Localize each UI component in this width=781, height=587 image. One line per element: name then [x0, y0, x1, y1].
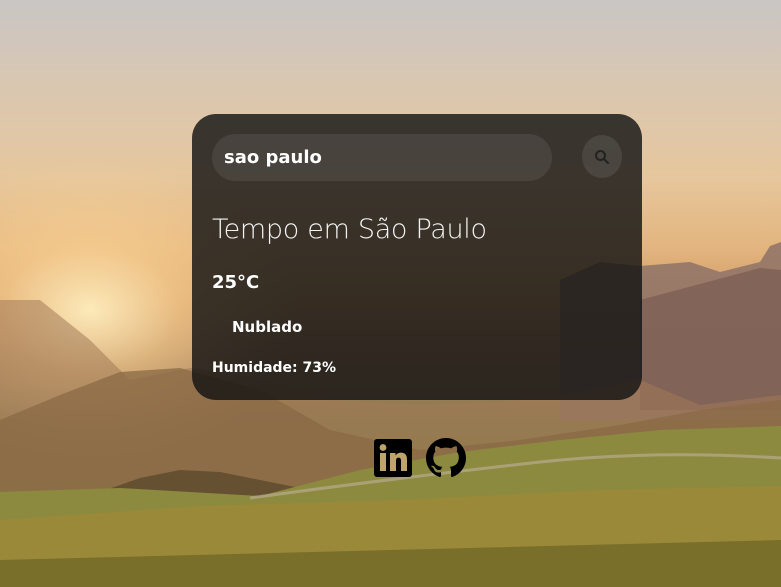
search-icon: [595, 149, 609, 164]
condition-label: Nublado: [232, 318, 303, 336]
weather-card: Tempo em São Paulo 25°C Nublado Humidade…: [192, 114, 642, 400]
search-input[interactable]: [212, 134, 552, 181]
humidity-value: 73%: [302, 360, 337, 376]
cloud-icon: [212, 317, 232, 337]
city-title: Tempo em São Paulo: [212, 214, 487, 245]
github-icon: [426, 438, 466, 478]
linkedin-icon: [374, 439, 412, 477]
social-links: [374, 438, 466, 478]
humidity-label: Humidade:: [212, 360, 298, 376]
github-link[interactable]: [426, 438, 466, 478]
temperature: 25°C: [212, 272, 260, 293]
humidity-row: Humidade: 73%: [212, 360, 336, 376]
linkedin-link[interactable]: [374, 439, 412, 477]
condition-row: Nublado: [212, 316, 302, 338]
search-button[interactable]: [582, 135, 622, 178]
